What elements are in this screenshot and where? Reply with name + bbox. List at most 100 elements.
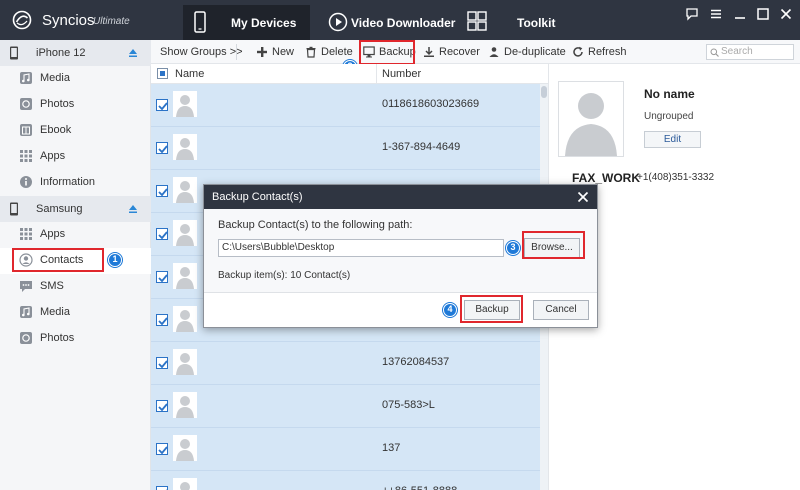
avatar bbox=[173, 263, 197, 289]
table-row[interactable]: 13762084537 bbox=[151, 342, 540, 385]
avatar-placeholder-icon bbox=[180, 482, 190, 490]
avatar bbox=[173, 220, 197, 246]
sidebar-item-sms[interactable]: SMS bbox=[0, 274, 151, 300]
sidebar-item-label: Photos bbox=[40, 98, 75, 110]
checkmark-icon bbox=[158, 403, 168, 412]
row-checkbox[interactable] bbox=[156, 443, 168, 455]
contact-name: No name bbox=[644, 87, 695, 101]
row-checkbox[interactable] bbox=[156, 486, 168, 490]
apps-grid-icon bbox=[20, 150, 32, 162]
checkmark-icon bbox=[158, 446, 168, 455]
highlight-browse bbox=[522, 231, 585, 259]
title-bar: Syncios Ultimate My Devices Video Downlo… bbox=[0, 0, 800, 40]
tab-toolkit-label: Toolkit bbox=[517, 16, 556, 30]
backup-info: Backup item(s): 10 Contact(s) bbox=[218, 270, 351, 281]
row-checkbox[interactable] bbox=[156, 314, 168, 326]
close-icon[interactable] bbox=[779, 7, 793, 21]
sidebar-item-label: Photos bbox=[40, 332, 75, 344]
contact-group: Ungrouped bbox=[644, 111, 694, 122]
app-name: Syncios bbox=[42, 12, 95, 29]
checkmark-icon bbox=[158, 188, 168, 197]
row-checkbox[interactable] bbox=[156, 142, 168, 154]
feedback-icon[interactable] bbox=[685, 7, 699, 21]
avatar-placeholder-icon bbox=[176, 353, 194, 375]
avatar-placeholder-icon bbox=[176, 267, 194, 289]
refresh-icon bbox=[573, 46, 583, 57]
contact-avatar bbox=[558, 81, 624, 157]
book-icon bbox=[20, 124, 32, 136]
minimize-icon[interactable] bbox=[733, 7, 747, 21]
search-input[interactable]: Search bbox=[706, 44, 794, 60]
column-name[interactable]: Name bbox=[175, 68, 204, 80]
search-placeholder: Search bbox=[721, 46, 753, 57]
tab-toolkit[interactable]: Toolkit bbox=[466, 5, 566, 40]
eject-icon[interactable] bbox=[128, 204, 138, 214]
row-checkbox[interactable] bbox=[156, 400, 168, 412]
tab-video-downloader-label: Video Downloader bbox=[351, 16, 456, 30]
device-iphone-12[interactable]: iPhone 12 bbox=[0, 40, 151, 66]
info-icon bbox=[20, 176, 32, 188]
sidebar-item-photos[interactable]: Photos bbox=[0, 92, 151, 118]
download-icon bbox=[424, 47, 434, 57]
sidebar-item-apps[interactable]: Apps bbox=[0, 222, 151, 248]
phone-icon bbox=[194, 11, 206, 33]
avatar bbox=[173, 177, 197, 203]
table-row[interactable]: 075-583>L bbox=[151, 385, 540, 428]
phone-icon bbox=[10, 202, 18, 216]
checkmark-icon bbox=[158, 360, 168, 369]
select-all-checkbox[interactable] bbox=[157, 68, 168, 79]
device-samsung[interactable]: Samsung bbox=[0, 196, 151, 222]
checkmark-icon bbox=[158, 145, 168, 154]
table-row[interactable]: ++86-551-8888 bbox=[151, 471, 540, 490]
refresh-label: Refresh bbox=[588, 46, 627, 58]
sidebar-item-label: Media bbox=[40, 306, 70, 318]
contact-number: ++86-551-8888 bbox=[382, 485, 457, 490]
menu-icon[interactable] bbox=[709, 7, 723, 21]
sidebar-item-apps[interactable]: Apps bbox=[0, 144, 151, 170]
table-row[interactable]: 0118618603023669 bbox=[151, 84, 540, 127]
row-checkbox[interactable] bbox=[156, 185, 168, 197]
sidebar-item-media[interactable]: Media bbox=[0, 300, 151, 326]
maximize-icon[interactable] bbox=[756, 7, 770, 21]
avatar bbox=[173, 134, 197, 160]
eject-icon[interactable] bbox=[128, 48, 138, 58]
path-field[interactable]: C:\Users\Bubble\Desktop bbox=[218, 239, 504, 257]
app-edition: Ultimate bbox=[93, 16, 130, 27]
avatar-placeholder-icon bbox=[176, 439, 194, 461]
sidebar-item-label: SMS bbox=[40, 280, 64, 292]
row-checkbox[interactable] bbox=[156, 228, 168, 240]
sidebar-item-label: Apps bbox=[40, 150, 66, 162]
row-checkbox[interactable] bbox=[156, 99, 168, 111]
sidebar-item-ebook[interactable]: Ebook bbox=[0, 118, 151, 144]
person-merge-icon bbox=[489, 47, 499, 57]
step-badge-3: 3 bbox=[506, 241, 520, 255]
device-name: Samsung bbox=[36, 203, 83, 215]
scrollbar-thumb[interactable] bbox=[541, 86, 547, 98]
contact-number: 1-367-894-4649 bbox=[382, 141, 461, 153]
avatar bbox=[173, 478, 197, 490]
table-row[interactable]: 1-367-894-4649 bbox=[151, 127, 540, 170]
avatar-placeholder-icon bbox=[176, 95, 194, 117]
sidebar-item-label: Media bbox=[40, 72, 70, 84]
column-number[interactable]: Number bbox=[382, 68, 421, 80]
table-row[interactable]: 137 bbox=[151, 428, 540, 471]
avatar bbox=[173, 392, 197, 418]
avatar-placeholder-icon bbox=[176, 224, 194, 246]
photo-icon bbox=[20, 98, 32, 110]
edit-button[interactable]: Edit bbox=[644, 131, 701, 148]
highlight-dialog-backup bbox=[460, 295, 523, 323]
dialog-cancel-button[interactable]: Cancel bbox=[533, 300, 589, 320]
sidebar-item-media[interactable]: Media bbox=[0, 66, 151, 92]
highlight-contacts bbox=[12, 248, 104, 272]
row-checkbox[interactable] bbox=[156, 271, 168, 283]
fax-value: +1(408)351-3332 bbox=[637, 172, 715, 183]
play-circle-icon bbox=[328, 12, 348, 32]
toolbar: Show Groups >> New Delete Backup Recover bbox=[151, 40, 800, 64]
avatar bbox=[173, 435, 197, 461]
sidebar-item-information[interactable]: Information bbox=[0, 170, 151, 196]
close-icon[interactable] bbox=[577, 191, 589, 203]
sidebar-item-photos[interactable]: Photos bbox=[0, 326, 151, 352]
tab-my-devices[interactable]: My Devices bbox=[183, 5, 310, 40]
row-checkbox[interactable] bbox=[156, 357, 168, 369]
tab-video-downloader[interactable]: Video Downloader bbox=[324, 5, 456, 40]
